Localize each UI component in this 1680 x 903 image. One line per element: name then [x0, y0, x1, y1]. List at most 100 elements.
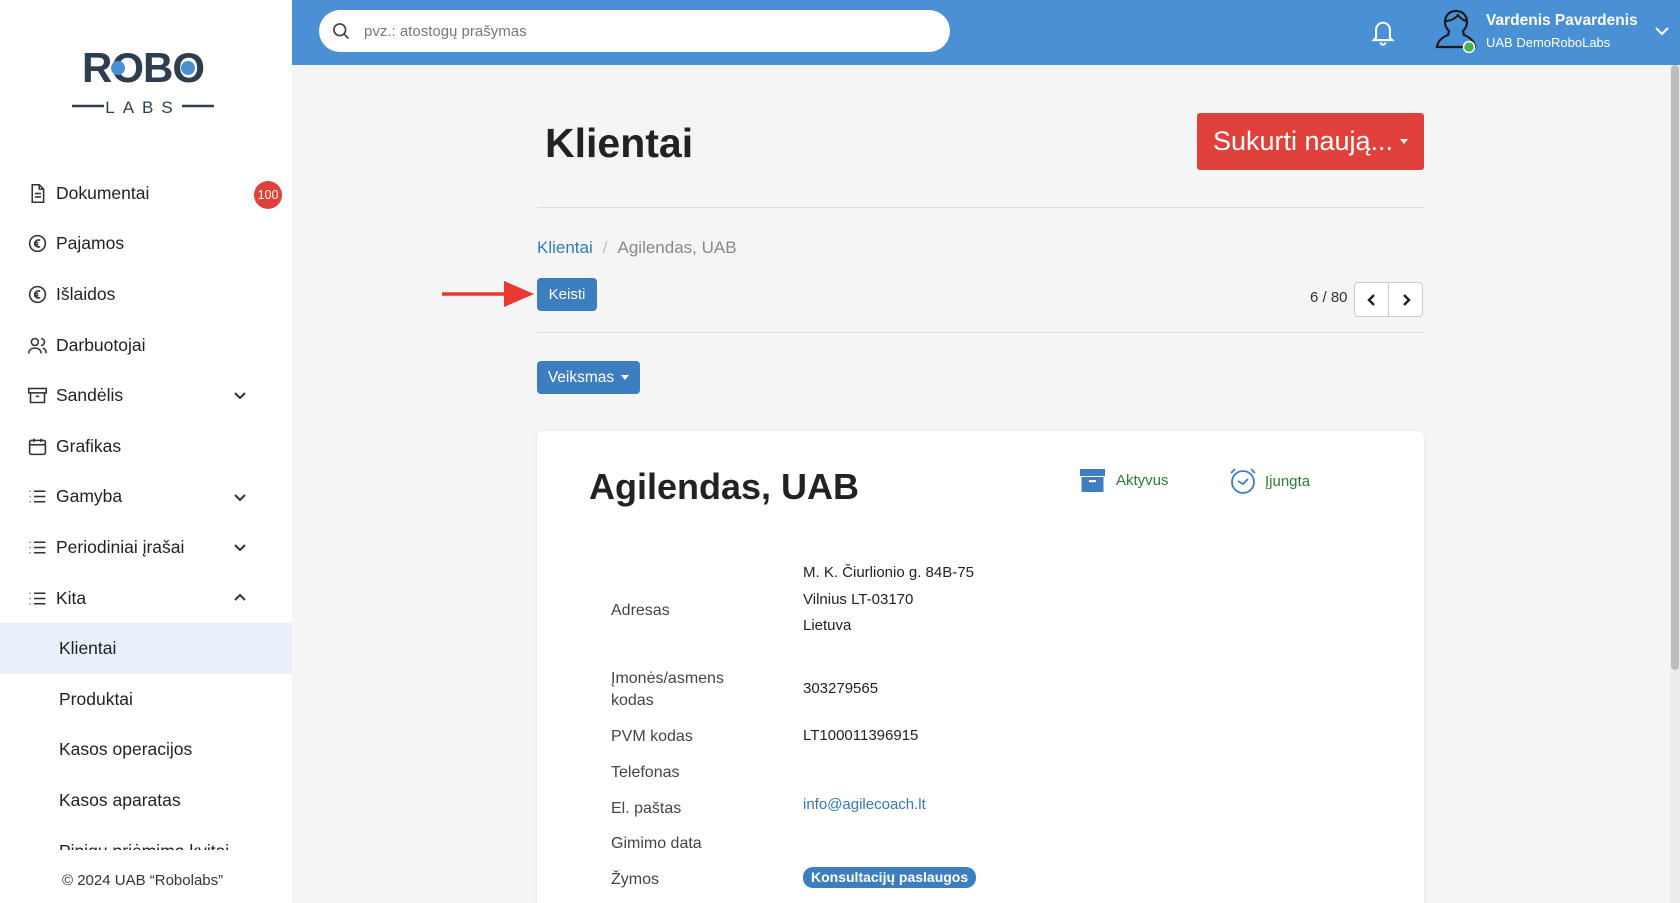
field-label-vat: PVM kodas — [611, 728, 693, 745]
sidebar-item-grafikas[interactable]: Grafikas — [0, 421, 292, 472]
sidebar-item-label: Kasos operacijos — [59, 739, 193, 760]
breadcrumb-link-klientai[interactable]: Klientai — [537, 238, 593, 258]
chevron-down-icon[interactable] — [232, 489, 248, 505]
list-icon — [26, 486, 48, 508]
sidebar-item-gamyba[interactable]: Gamyba — [0, 472, 292, 523]
divider — [537, 207, 1424, 208]
list-icon — [26, 536, 48, 558]
search-input[interactable] — [364, 22, 924, 40]
sidebar-item-label: Dokumentai — [56, 182, 150, 203]
notifications-bell-icon[interactable] — [1369, 17, 1397, 47]
sidebar-item-label: Gamyba — [56, 486, 123, 507]
field-label-tags: Žymos — [611, 871, 659, 888]
pager-next-button[interactable] — [1388, 282, 1423, 317]
field-label-birth-date: Gimimo data — [611, 835, 702, 852]
email-link[interactable]: info@agilecoach.lt — [803, 796, 926, 813]
archive-icon — [26, 385, 48, 407]
sidebar-item-label: Periodiniai įrašai — [56, 536, 185, 557]
sidebar-subitem-kasos-aparatas[interactable]: Kasos aparatas — [0, 775, 292, 826]
client-card: Agilendas, UAB Aktyvus Įjungta Adresas M… — [537, 431, 1424, 903]
copyright-text: © 2024 UAB “Robolabs” — [62, 872, 224, 889]
user-company: UAB DemoRoboLabs — [1486, 35, 1611, 50]
breadcrumb-separator: / — [602, 238, 608, 257]
sidebar-item-periodiniai-irasai[interactable]: Periodiniai įrašai — [0, 522, 292, 573]
sidebar-nav: Dokumentai 100 Pajamos Išlaidos Darbuoto… — [0, 168, 292, 850]
sidebar-item-islaidos[interactable]: Išlaidos — [0, 269, 292, 320]
sidebar-subitem-produktai[interactable]: Produktai — [0, 674, 292, 725]
action-dropdown-button[interactable]: Veiksmas — [537, 361, 640, 394]
chevron-up-icon[interactable] — [232, 590, 248, 606]
user-name[interactable]: Vardenis Pavardenis — [1486, 12, 1638, 30]
sidebar-item-sandelis[interactable]: Sandėlis — [0, 370, 292, 421]
sidebar-item-label: Darbuotojai — [56, 334, 146, 355]
field-value-email: info@agilecoach.lt — [803, 792, 926, 819]
red-arrow-annotation — [442, 281, 534, 307]
address-line: Vilnius LT-03170 — [803, 590, 914, 608]
chevron-down-icon[interactable] — [232, 387, 248, 403]
field-value-address: M. K. Čiurlionio g. 84B-75 Vilnius LT-03… — [803, 560, 974, 640]
sidebar-item-label: Kita — [56, 587, 87, 608]
list-icon — [26, 587, 48, 609]
robolabs-logo[interactable]: ROBO LABS — [70, 44, 216, 116]
field-value-company-code: 303279565 — [803, 680, 879, 697]
tag-badge: Konsultacijų paslaugos — [803, 867, 977, 888]
address-line: M. K. Čiurlionio g. 84B-75 — [803, 564, 974, 581]
sidebar: ROBO LABS Dokumentai 100 Pajamos Išlaido… — [0, 0, 292, 903]
breadcrumb: Klientai / Agilendas, UAB — [537, 238, 737, 258]
calendar-icon — [26, 435, 48, 457]
caret-down-icon — [1400, 139, 1409, 144]
pager-previous-button[interactable] — [1354, 282, 1389, 317]
status-enabled-label: Įjungta — [1265, 472, 1311, 490]
topbar: Vardenis Pavardenis UAB DemoRoboLabs — [292, 0, 1680, 65]
address-line: Lietuva — [803, 617, 852, 634]
pager-counter: 6 / 80 — [1310, 289, 1348, 306]
field-label-email: El. paštas — [611, 800, 682, 817]
status-active-label: Aktyvus — [1116, 472, 1169, 489]
field-label-company-code: Įmonės/asmens kodas — [611, 668, 724, 712]
sidebar-item-label: Sandėlis — [56, 385, 124, 406]
income-icon — [26, 233, 48, 255]
sidebar-subitem-pinigu-priemimo-kvitai[interactable]: Pinigų priėmimo kvitai — [0, 826, 292, 850]
sidebar-item-label: Produktai — [59, 688, 133, 709]
scrollbar-thumb[interactable] — [1671, 65, 1679, 670]
search-icon — [333, 23, 350, 40]
sidebar-item-dokumentai[interactable]: Dokumentai 100 — [0, 168, 292, 219]
sidebar-item-darbuotojai[interactable]: Darbuotojai — [0, 320, 292, 371]
field-label-line: Įmonės/asmens — [611, 670, 724, 687]
chevron-left-icon — [1366, 293, 1375, 306]
search-box[interactable] — [319, 10, 950, 52]
create-new-label: Sukurti naują... — [1212, 126, 1394, 156]
documents-count-badge: 100 — [254, 181, 282, 209]
alarm-clock-icon — [1230, 468, 1256, 494]
chevron-down-icon[interactable] — [1654, 24, 1670, 38]
field-label-line: kodas — [611, 692, 654, 709]
sidebar-subitem-klientai[interactable]: Klientai — [0, 623, 292, 674]
sidebar-item-label: Pinigų priėmimo kvitai — [59, 841, 229, 850]
archive-box-icon — [1080, 469, 1105, 492]
sidebar-item-pajamos[interactable]: Pajamos — [0, 219, 292, 270]
sidebar-item-label: Grafikas — [56, 435, 122, 456]
status-enabled-toggle[interactable]: Įjungta — [1229, 467, 1310, 495]
users-icon — [26, 334, 48, 356]
breadcrumb-current: Agilendas, UAB — [617, 238, 737, 257]
client-name: Agilendas, UAB — [589, 466, 860, 507]
svg-text:LABS: LABS — [105, 98, 180, 116]
sidebar-item-kita[interactable]: Kita — [0, 573, 292, 624]
chevron-right-icon — [1402, 293, 1411, 306]
document-icon — [26, 182, 48, 204]
edit-button[interactable]: Keisti — [537, 278, 597, 311]
field-label-address: Adresas — [611, 602, 670, 619]
sidebar-item-label: Išlaidos — [56, 283, 116, 304]
expenses-icon — [26, 283, 48, 305]
status-active-toggle[interactable]: Aktyvus — [1079, 467, 1169, 494]
page-title: Klientai — [545, 120, 694, 166]
sidebar-item-label: Pajamos — [56, 233, 125, 254]
sidebar-subitem-kasos-operacijos[interactable]: Kasos operacijos — [0, 725, 292, 776]
create-new-button[interactable]: Sukurti naują... — [1197, 113, 1424, 170]
field-value-tags: Konsultacijų paslaugos — [803, 865, 977, 892]
field-value-vat: LT100011396915 — [803, 727, 919, 744]
chevron-down-icon[interactable] — [232, 539, 248, 555]
sidebar-item-label: Kasos aparatas — [59, 789, 181, 810]
avatar[interactable] — [1434, 7, 1478, 55]
field-label-phone: Telefonas — [611, 764, 680, 781]
